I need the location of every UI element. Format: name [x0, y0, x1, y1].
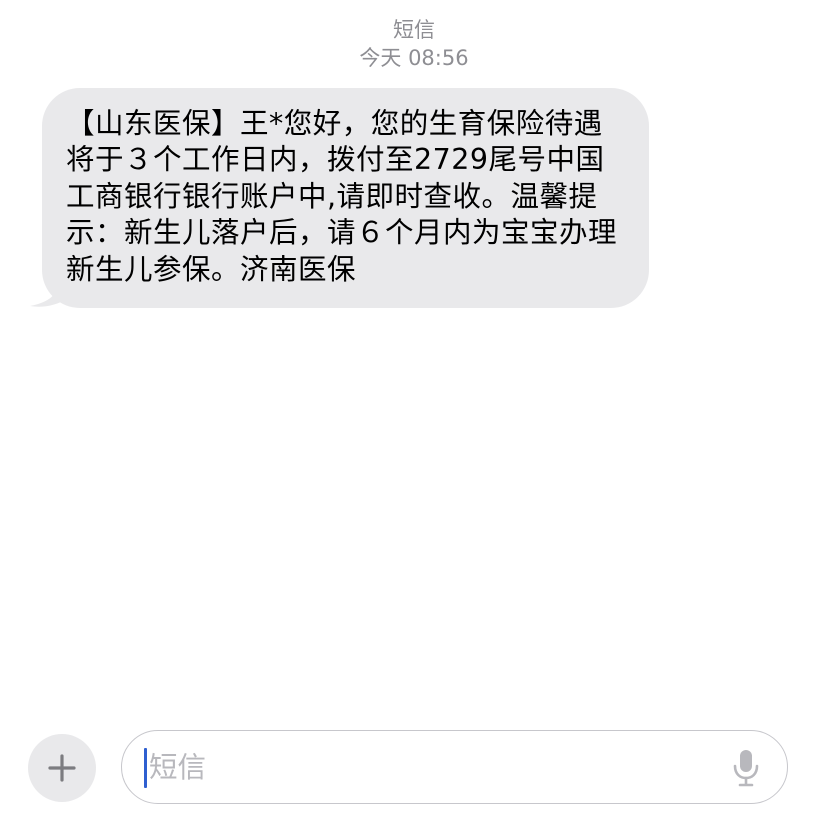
service-name: 短信	[393, 18, 435, 42]
message-text: 【山东医保】王*您好，您的生育保险待遇将于３个工作日内，拨付至2729尾号中国工…	[66, 107, 618, 286]
message-input[interactable]: 短信	[121, 730, 788, 804]
message-bubble[interactable]: 【山东医保】王*您好，您的生育保险待遇将于３个工作日内，拨付至2729尾号中国工…	[42, 88, 649, 309]
plus-icon	[48, 754, 76, 782]
microphone-icon[interactable]	[731, 748, 761, 788]
conversation-header: 短信 今天 08:56	[0, 16, 828, 72]
text-cursor	[144, 748, 147, 788]
message-timestamp: 今天 08:56	[359, 46, 469, 70]
add-attachment-button[interactable]	[28, 734, 96, 802]
composer-bar: 短信	[0, 730, 828, 806]
incoming-message: 【山东医保】王*您好，您的生育保险待遇将于３个工作日内，拨付至2729尾号中国工…	[28, 88, 649, 309]
message-input-placeholder: 短信	[149, 751, 207, 784]
